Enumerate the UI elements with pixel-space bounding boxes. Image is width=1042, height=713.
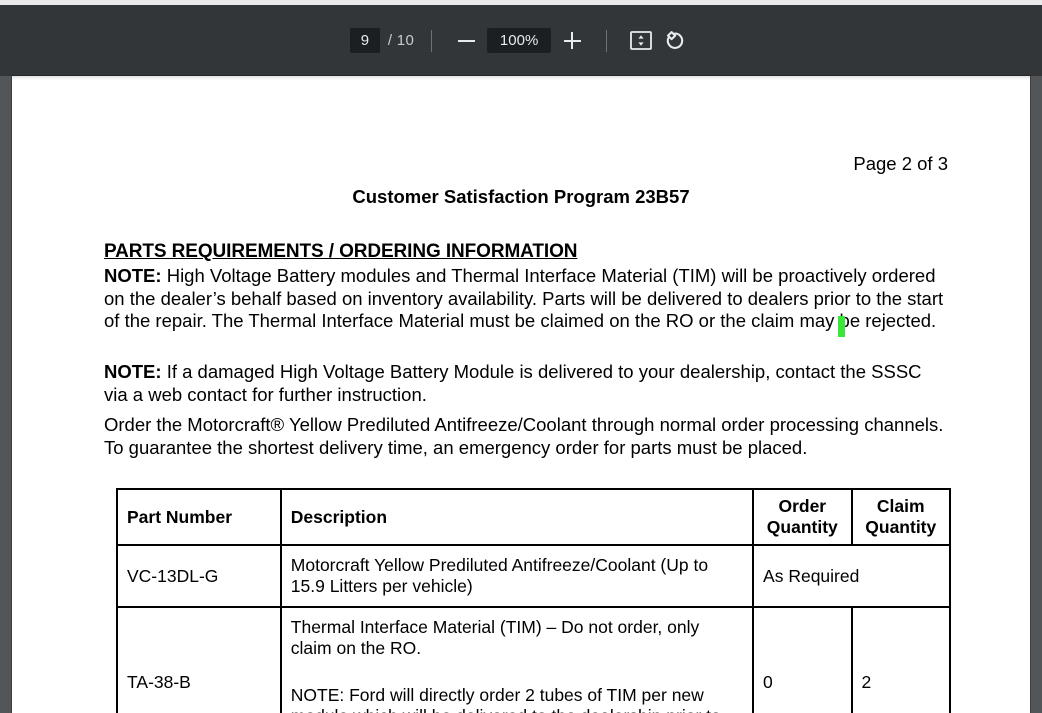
- zoom-level-display[interactable]: 100%: [487, 28, 552, 53]
- page-header-label: Page 2 of 3: [853, 153, 948, 174]
- table-row: VC-13DL-G Motorcraft Yellow Prediluted A…: [116, 544, 951, 608]
- claim-qty-line2: Quantity: [865, 517, 937, 537]
- pdf-viewer: / 10 100%: [0, 0, 1042, 713]
- order-info-text: Order the Motorcraft® Yellow Prediluted …: [104, 414, 944, 458]
- rotate-counterclockwise-icon: [666, 31, 684, 49]
- section-heading: PARTS REQUIREMENTS / ORDERING INFORMATIO…: [104, 241, 578, 262]
- description-line-1: Thermal Interface Material (TIM) – Do no…: [290, 616, 700, 658]
- page-total-label: / 10: [387, 32, 415, 49]
- description-line-2: NOTE: Ford will directly order 2 tubes o…: [290, 684, 721, 713]
- zoom-in-button[interactable]: [555, 26, 589, 56]
- parts-table: Part Number Description Order Quantity C…: [116, 488, 952, 713]
- table-header-row: Part Number Description Order Quantity C…: [116, 488, 952, 546]
- zoom-group: 100%: [449, 23, 589, 59]
- paragraph-order-info: Order the Motorcraft® Yellow Prediluted …: [104, 414, 946, 459]
- cell-part-number-1: VC-13DL-G: [116, 544, 282, 608]
- order-qty-line1: Order: [778, 496, 827, 516]
- cell-part-number-2: TA-38-B: [116, 606, 282, 713]
- column-header-part-number: Part Number: [116, 488, 282, 546]
- fit-to-page-icon: [630, 31, 653, 50]
- note-label-2: NOTE:: [104, 361, 162, 382]
- cell-quantity-as-required: As Required: [752, 544, 951, 608]
- fit-to-page-button[interactable]: [624, 26, 658, 56]
- column-header-order-quantity: Order Quantity: [752, 488, 853, 546]
- paragraph-note-2: NOTE: If a damaged High Voltage Battery …: [104, 361, 946, 406]
- note-text-2: If a damaged High Voltage Battery Module…: [104, 361, 922, 405]
- note-label-1: NOTE:: [104, 265, 162, 286]
- minus-icon: [457, 39, 475, 42]
- cell-order-quantity-2: 0: [752, 606, 853, 713]
- cell-description-2: Thermal Interface Material (TIM) – Do no…: [279, 606, 755, 713]
- order-qty-line2: Quantity: [766, 517, 838, 537]
- note-text-1: High Voltage Battery modules and Thermal…: [104, 265, 944, 332]
- table-row: TA-38-B Thermal Interface Material (TIM)…: [116, 606, 952, 713]
- document-title: Customer Satisfaction Program 23B57: [352, 186, 690, 207]
- paragraph-note-1: NOTE: High Voltage Battery modules and T…: [104, 265, 946, 333]
- highlight-mark-claimed: [838, 316, 845, 337]
- page-top-shading: [12, 76, 1030, 80]
- claim-qty-line1: Claim: [876, 496, 925, 516]
- plus-icon: [563, 32, 581, 49]
- rotate-counterclockwise-button[interactable]: [658, 26, 692, 56]
- pdf-page: Page 2 of 3 Customer Satisfaction Progra…: [12, 76, 1030, 713]
- page-navigation-group: / 10: [349, 23, 415, 59]
- cell-description-1: Motorcraft Yellow Prediluted Antifreeze/…: [279, 544, 755, 608]
- pdf-toolbar: / 10 100%: [0, 5, 1042, 76]
- toolbar-divider-1: [431, 29, 433, 52]
- toolbar-divider-2: [606, 29, 608, 52]
- column-header-claim-quantity: Claim Quantity: [850, 488, 952, 546]
- column-header-description: Description: [279, 488, 755, 546]
- page-number-input[interactable]: [349, 28, 380, 53]
- cell-claim-quantity-2: 2: [850, 606, 952, 713]
- zoom-out-button[interactable]: [449, 26, 483, 56]
